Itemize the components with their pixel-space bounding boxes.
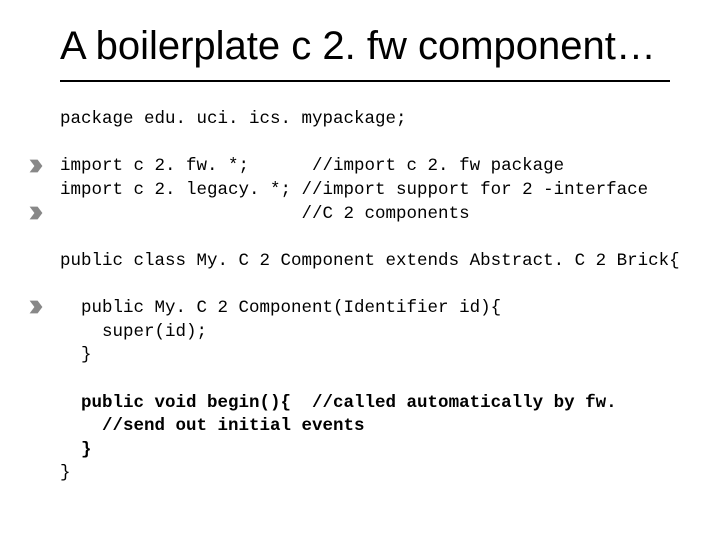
code-line: import c 2. legacy. *; //import support … [60, 180, 648, 200]
bullet-icon [28, 299, 44, 315]
title-underline [60, 80, 670, 82]
bullet-icon [28, 205, 44, 221]
slide: A boilerplate c 2. fw component… package… [0, 0, 720, 540]
code-line-bold: public void begin(){ //called automatica… [60, 393, 617, 413]
code-line: } [60, 345, 92, 365]
code-line: //C 2 components [60, 204, 470, 224]
code-line: } [60, 463, 71, 483]
bullet-icon [28, 158, 44, 174]
code-line: package edu. uci. ics. mypackage; [60, 109, 407, 129]
code-line-bold: } [60, 440, 92, 460]
code-line: super(id); [60, 322, 207, 342]
code-block: package edu. uci. ics. mypackage; import… [60, 108, 670, 486]
slide-title: A boilerplate c 2. fw component… [60, 24, 670, 68]
code-line: import c 2. fw. *; //import c 2. fw pack… [60, 156, 564, 176]
code-line: public class My. C 2 Component extends A… [60, 251, 680, 271]
code-line: public My. C 2 Component(Identifier id){ [60, 298, 501, 318]
code-line-bold: //send out initial events [60, 416, 365, 436]
